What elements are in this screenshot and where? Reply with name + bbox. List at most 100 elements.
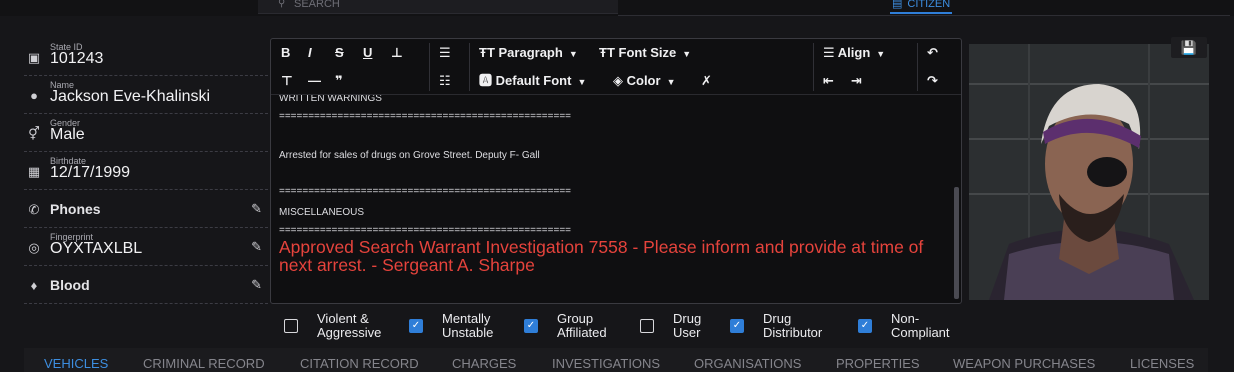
undo-icon[interactable]: ↶ — [927, 45, 938, 61]
citizen-photo[interactable] — [969, 44, 1209, 300]
text-size-icon: ŦT — [599, 45, 619, 60]
font-size-label: Font Size — [618, 45, 677, 60]
checkbox[interactable] — [284, 319, 298, 333]
superscript-icon[interactable]: ⊤ — [281, 73, 293, 89]
color-label: Color — [626, 73, 661, 88]
flag-label: Drug User — [673, 311, 702, 340]
birthdate-row: ▦ Birthdate 12/17/1999 — [24, 152, 268, 190]
flag-label: Violent & Aggressive — [317, 311, 382, 340]
indent-icon[interactable]: ⇥ — [851, 73, 862, 89]
tab-charges[interactable]: CHARGES — [452, 356, 516, 371]
bullet-list-icon[interactable]: ☰ — [439, 45, 451, 61]
name-value: Jackson Eve-Khalinski — [50, 88, 211, 105]
toolbar-divider — [813, 43, 814, 91]
state-id-value: 101243 — [50, 50, 104, 67]
tab-investigations[interactable]: INVESTIGATIONS — [552, 356, 660, 371]
name-row: ● Name Jackson Eve-Khalinski — [24, 76, 268, 114]
chevron-down-icon: ▼ — [568, 49, 578, 59]
save-icon: 💾 — [1180, 40, 1198, 55]
tab-citizen-label: CITIZEN — [907, 0, 951, 10]
quote-icon[interactable]: ❞ — [335, 73, 343, 89]
blood-label: Blood — [50, 277, 90, 293]
numbered-list-icon[interactable]: ☷ — [439, 73, 451, 89]
underline-icon[interactable]: U — [363, 45, 372, 61]
tab-vehicles[interactable]: VEHICLES — [44, 356, 108, 371]
notes-line: ========================================… — [279, 186, 571, 197]
tab-criminal-record[interactable]: CRIMINAL RECORD — [143, 356, 265, 371]
notes-line: ========================================… — [279, 111, 571, 122]
notes-line: MISCELLANEOUS — [279, 207, 365, 218]
edit-fingerprint-icon[interactable]: ✎ — [251, 239, 262, 255]
search-placeholder: SEARCH — [294, 0, 340, 10]
calendar-icon: ▦ — [27, 164, 41, 179]
bold-icon[interactable]: B — [281, 45, 290, 61]
align-dropdown[interactable]: ☰ Align ▼ — [823, 45, 885, 62]
default-font-label: Default Font — [495, 73, 572, 88]
horizontal-rule-icon[interactable]: — — [308, 73, 321, 89]
tab-organisations[interactable]: ORGANISATIONS — [694, 356, 801, 371]
font-size-dropdown[interactable]: ŦT Font Size ▼ — [599, 45, 691, 62]
fingerprint-value: OYXTAXLBL — [50, 240, 143, 257]
flag-label: Drug Distributor — [763, 311, 823, 340]
outdent-icon[interactable]: ⇤ — [823, 73, 834, 89]
font-icon: 🅰 — [479, 73, 496, 88]
notes-line: Arrested for sales of drugs on Grove Str… — [279, 150, 540, 161]
chevron-down-icon: ▼ — [577, 77, 587, 87]
warrant-warning: Approved Search Warrant Investigation 75… — [279, 237, 924, 275]
phones-row: ✆ Phones ✎ — [24, 190, 268, 228]
document-icon: ▤ — [892, 0, 903, 10]
person-icon: ● — [30, 88, 38, 103]
redo-icon[interactable]: ↷ — [927, 73, 938, 89]
fingerprint-row: ◎ Fingerprint OYXTAXLBL ✎ — [24, 228, 268, 266]
edit-blood-icon[interactable]: ✎ — [251, 277, 262, 293]
state-id-row: ▣ State ID 101243 — [24, 38, 268, 76]
flag-label: Mentally Unstable — [442, 311, 494, 340]
save-button[interactable]: 💾 — [1171, 37, 1207, 58]
font-family-dropdown[interactable]: 🅰 Default Font ▼ — [479, 73, 586, 90]
blood-row: ♦ Blood ✎ — [24, 266, 268, 304]
checkbox-checked[interactable]: ✓ — [409, 319, 423, 333]
checkbox-checked[interactable]: ✓ — [730, 319, 744, 333]
italic-icon[interactable]: I — [308, 45, 312, 61]
checkbox-checked[interactable]: ✓ — [524, 319, 538, 333]
paint-bucket-icon: ◈ — [613, 73, 627, 88]
editor-scrollbar[interactable] — [954, 187, 959, 299]
paragraph-dropdown[interactable]: ŦT Paragraph ▼ — [479, 45, 578, 62]
tab-citation-record[interactable]: CITATION RECORD — [300, 356, 419, 371]
tab-citizen[interactable]: ▤ CITIZEN — [890, 0, 953, 14]
gender-icon: ⚥ — [28, 126, 40, 141]
search-bar[interactable]: ⚲ SEARCH — [258, 0, 618, 14]
record-tabs: VEHICLES CRIMINAL RECORD CITATION RECORD… — [24, 348, 1208, 372]
blood-drop-icon: ♦ — [30, 278, 38, 293]
checkbox-checked[interactable]: ✓ — [858, 319, 872, 333]
notes-editor[interactable]: B I S U ⊥ ⊤ — ❞ ☰ ☷ ŦT Paragraph ▼ ŦT Fon… — [270, 38, 962, 304]
text-height-icon: ŦT — [479, 45, 499, 60]
fingerprint-icon: ◎ — [28, 240, 40, 255]
birthdate-value: 12/17/1999 — [50, 164, 131, 181]
citizen-info: ▣ State ID 101243 ● Name Jackson Eve-Kha… — [24, 38, 268, 304]
align-label: Align — [837, 45, 871, 60]
subscript-icon[interactable]: ⊥ — [391, 45, 403, 61]
tab-licenses[interactable]: LICENSES — [1130, 356, 1194, 371]
toolbar-divider — [429, 43, 430, 91]
editor-toolbar: B I S U ⊥ ⊤ — ❞ ☰ ☷ ŦT Paragraph ▼ ŦT Fon… — [271, 39, 961, 95]
strikethrough-icon[interactable]: S — [335, 45, 344, 61]
color-dropdown[interactable]: ◈ Color ▼ — [613, 73, 675, 90]
search-icon: ⚲ — [278, 0, 286, 9]
notes-line: ========================================… — [279, 225, 571, 236]
toolbar-divider — [917, 43, 918, 91]
align-icon: ☰ — [823, 45, 838, 60]
notes-content[interactable]: WRITTEN WARNINGS =======================… — [279, 95, 951, 303]
checkbox[interactable] — [640, 319, 654, 333]
flag-label: Group Affiliated — [557, 311, 607, 340]
flag-label: Non- Compliant — [891, 311, 950, 340]
tab-weapon-purchases[interactable]: WEAPON PURCHASES — [953, 356, 1095, 371]
tab-properties[interactable]: PROPERTIES — [836, 356, 920, 371]
clear-format-icon[interactable]: ✗ — [701, 73, 712, 89]
gender-value: Male — [50, 126, 85, 143]
toolbar-divider — [469, 43, 470, 91]
chevron-down-icon: ▼ — [666, 77, 676, 87]
edit-phones-icon[interactable]: ✎ — [251, 201, 262, 217]
paragraph-label: Paragraph — [498, 45, 563, 60]
citizen-flags: Violent & Aggressive ✓ Mentally Unstable… — [280, 312, 970, 342]
